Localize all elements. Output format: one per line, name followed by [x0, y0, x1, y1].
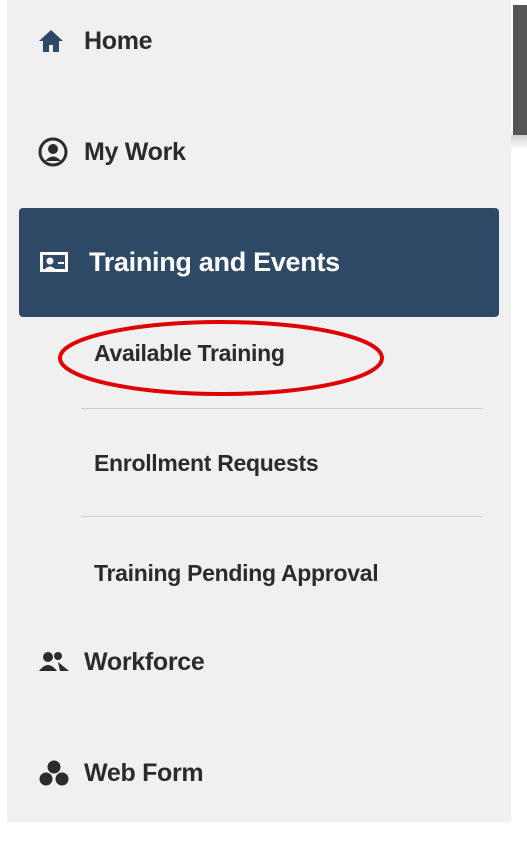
cubes-icon — [38, 758, 72, 788]
nav-item-my-work[interactable]: My Work — [38, 137, 186, 167]
nav-item-label: Training and Events — [89, 247, 340, 277]
sidebar-nav — [7, 0, 511, 822]
training-board-icon — [39, 248, 75, 278]
user-circle-icon — [38, 137, 72, 167]
nav-item-label: My Work — [84, 137, 186, 166]
scrollbar-thumb[interactable] — [513, 5, 527, 135]
sub-item-available-training[interactable]: Available Training — [94, 340, 285, 367]
people-icon — [38, 647, 72, 677]
page: Home My Work Training and Events Availab… — [0, 0, 527, 849]
scroll-shadow — [511, 135, 527, 149]
nav-item-web-form[interactable]: Web Form — [38, 758, 204, 788]
home-icon — [38, 26, 72, 56]
nav-item-label: Home — [84, 26, 153, 55]
divider — [81, 516, 483, 517]
sub-item-enrollment-requests[interactable]: Enrollment Requests — [94, 450, 319, 477]
nav-item-workforce[interactable]: Workforce — [38, 647, 205, 677]
divider — [81, 408, 483, 409]
nav-item-training-and-events[interactable]: Training and Events — [19, 208, 499, 317]
nav-item-label: Web Form — [84, 758, 204, 787]
nav-item-label: Workforce — [84, 647, 205, 676]
nav-item-home[interactable]: Home — [38, 26, 153, 56]
sub-item-training-pending-approval[interactable]: Training Pending Approval — [94, 560, 379, 587]
